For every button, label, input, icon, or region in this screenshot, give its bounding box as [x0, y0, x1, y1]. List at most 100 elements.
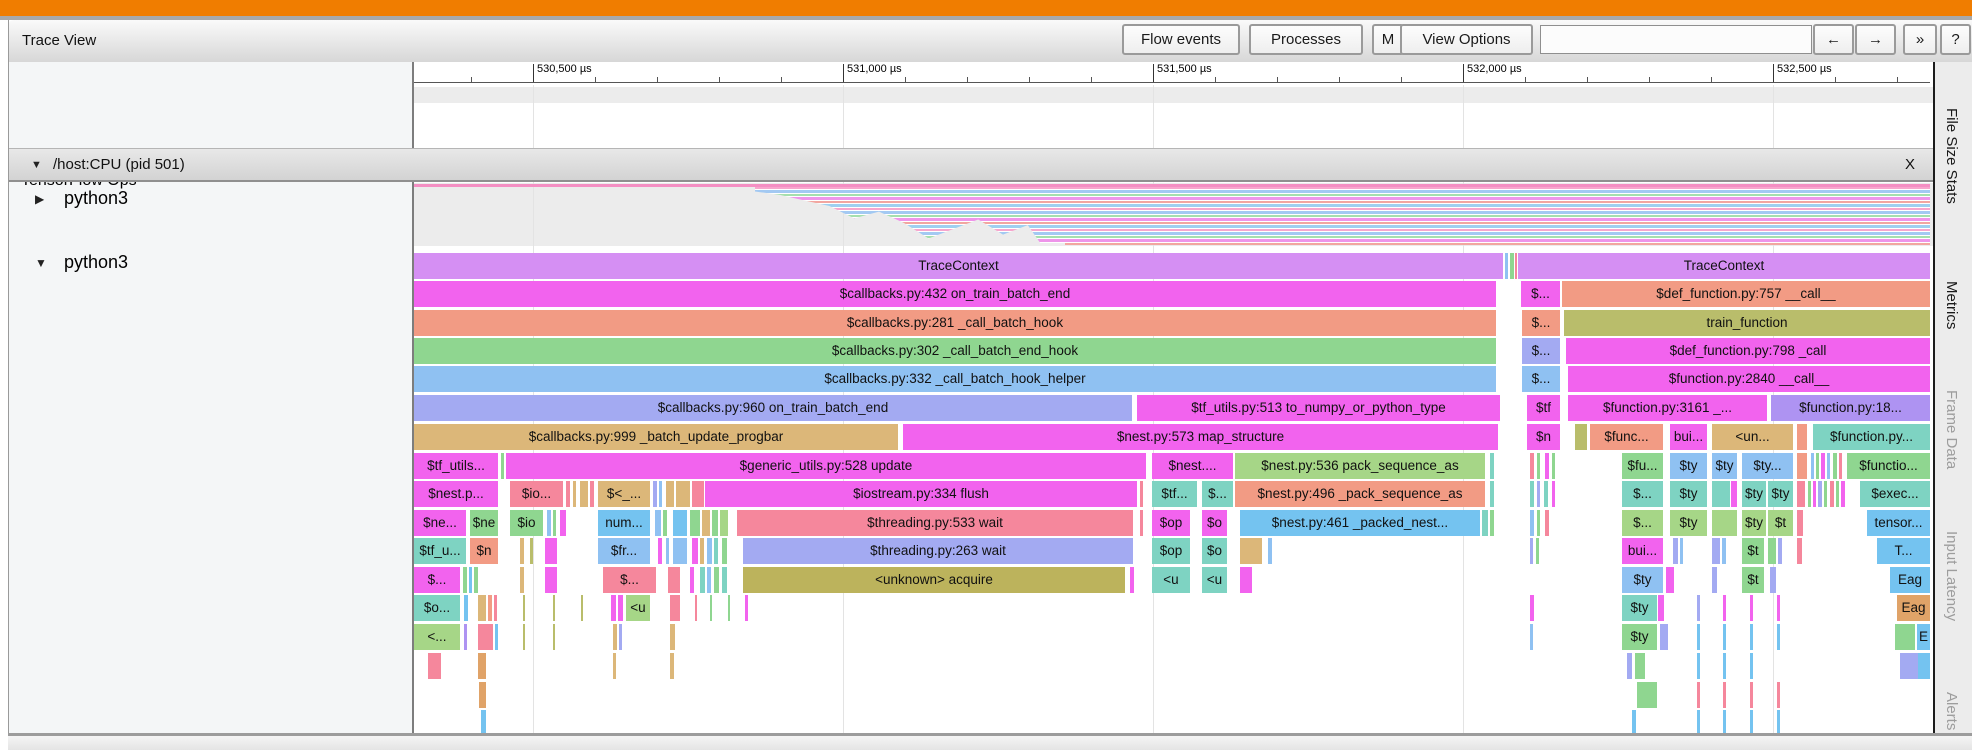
flame-block[interactable] [1797, 481, 1805, 507]
flame-block[interactable] [690, 567, 694, 593]
flame-block[interactable] [1816, 453, 1819, 479]
flame-block[interactable] [692, 538, 698, 564]
flame-block[interactable] [478, 624, 493, 650]
flame-block[interactable] [1505, 253, 1508, 279]
flame-block[interactable] [1900, 653, 1918, 679]
flame-block[interactable]: train_function [1564, 310, 1930, 336]
flame-block[interactable]: $threading.py:263 wait [743, 538, 1133, 564]
flame-block[interactable] [670, 595, 680, 621]
flame-block[interactable] [523, 624, 525, 650]
flame-block[interactable]: $nest.py:461 _packed_nest... [1240, 510, 1480, 536]
flame-block[interactable] [1552, 453, 1555, 479]
flame-block[interactable] [700, 538, 704, 564]
flame-block[interactable] [619, 624, 622, 650]
flame-block[interactable]: $tf_utils... [414, 453, 498, 479]
flame-block[interactable] [1797, 424, 1807, 450]
flame-block[interactable] [707, 567, 711, 593]
flame-block[interactable] [1777, 595, 1780, 621]
search-input[interactable] [1540, 25, 1812, 54]
flame-block[interactable]: $exec... [1860, 481, 1930, 507]
tab-alerts[interactable]: Alerts [1943, 692, 1960, 730]
flame-block[interactable]: $t [1742, 567, 1764, 593]
flame-block[interactable] [478, 653, 486, 679]
flame-block[interactable]: $ty... [1742, 453, 1793, 479]
flame-block[interactable] [580, 481, 588, 507]
flame-block[interactable]: T... [1877, 538, 1930, 564]
expanded-triangle-icon[interactable]: ▼ [31, 149, 42, 181]
flame-block[interactable]: TraceContext [1518, 253, 1930, 279]
flame-block[interactable] [1731, 481, 1737, 507]
flame-block[interactable] [702, 510, 710, 536]
flame-block[interactable] [1750, 682, 1753, 708]
flame-block[interactable]: $ty [1768, 481, 1793, 507]
flow-events-button[interactable]: Flow events [1122, 24, 1240, 55]
flame-block[interactable] [1490, 481, 1494, 507]
flame-block[interactable]: bui... [1622, 538, 1663, 564]
flame-block[interactable] [1777, 624, 1780, 650]
flame-block[interactable] [479, 682, 486, 708]
flame-block[interactable]: $function.py:18... [1771, 395, 1930, 421]
flame-block[interactable] [714, 567, 719, 593]
flame-block[interactable] [1536, 538, 1539, 564]
flame-block[interactable] [1750, 653, 1753, 679]
flame-block[interactable] [707, 538, 712, 564]
flame-block[interactable] [478, 595, 486, 621]
flame-block[interactable] [1544, 481, 1548, 507]
flame-block[interactable] [1666, 567, 1674, 593]
flame-block[interactable]: num... [598, 510, 650, 536]
thread-minimap-right[interactable] [1065, 187, 1930, 245]
flame-block[interactable] [545, 538, 557, 564]
flame-block[interactable] [520, 567, 524, 593]
flame-block[interactable] [1530, 595, 1534, 621]
flame-block[interactable] [1632, 710, 1636, 733]
flame-block[interactable] [523, 595, 525, 621]
flame-block[interactable]: <u [1152, 567, 1190, 593]
flame-block[interactable]: <u [1202, 567, 1227, 593]
flame-block[interactable] [581, 595, 583, 621]
flame-block[interactable] [1697, 710, 1700, 733]
flame-block[interactable] [673, 538, 687, 564]
flame-block[interactable]: $ty [1712, 453, 1737, 479]
flame-block[interactable]: $def_function.py:757 __call__ [1562, 281, 1930, 307]
flame-block[interactable] [1918, 653, 1930, 679]
flame-block[interactable]: $... [1522, 366, 1560, 392]
flame-block[interactable]: tensor... [1867, 510, 1930, 536]
flame-block[interactable]: $ty [1622, 595, 1657, 621]
flame-block[interactable] [530, 538, 533, 564]
flame-block[interactable] [1490, 366, 1495, 392]
flame-block[interactable] [463, 567, 467, 593]
flame-block[interactable]: $func... [1590, 424, 1663, 450]
tab-frame-data[interactable]: Frame Data [1943, 390, 1960, 469]
flame-block[interactable]: $tf [1527, 395, 1560, 421]
flame-block[interactable]: $callbacks.py:432 on_train_batch_end [414, 281, 1496, 307]
flame-block[interactable] [1818, 481, 1822, 507]
flame-block[interactable]: $ty [1670, 481, 1707, 507]
flame-block[interactable] [590, 481, 594, 507]
tab-input-latency[interactable]: Input Latency [1943, 531, 1960, 621]
flame-block[interactable]: $nest.p... [414, 481, 498, 507]
processes-button[interactable]: Processes [1249, 24, 1363, 55]
flame-block[interactable] [547, 510, 551, 536]
flame-block[interactable] [658, 538, 662, 564]
flame-block[interactable]: $ne [470, 510, 498, 536]
flame-block[interactable] [553, 595, 555, 621]
flame-block[interactable] [1537, 453, 1540, 479]
flame-block[interactable] [1697, 595, 1700, 621]
thread-row-python3-expanded[interactable]: ▼ python3 [9, 250, 389, 284]
flame-block[interactable] [668, 567, 680, 593]
flame-block[interactable]: $tf... [1152, 481, 1197, 507]
flame-block[interactable] [1841, 481, 1845, 507]
flame-block[interactable]: $callbacks.py:302 _call_batch_end_hook [414, 338, 1496, 364]
flame-block[interactable] [653, 481, 657, 507]
flame-block[interactable] [659, 481, 662, 507]
flame-block[interactable] [670, 653, 674, 679]
flame-block[interactable] [464, 595, 468, 621]
flame-block[interactable]: $function.py:2840 __call__ [1568, 366, 1930, 392]
flame-block[interactable] [1833, 453, 1837, 479]
flame-block[interactable] [1268, 538, 1272, 564]
flame-block[interactable]: $function.py:3161 _... [1568, 395, 1767, 421]
flame-block[interactable]: $threading.py:533 wait [737, 510, 1133, 536]
flame-block[interactable] [469, 567, 472, 593]
flame-block[interactable]: <un... [1712, 424, 1793, 450]
flame-block[interactable]: Eag [1897, 595, 1930, 621]
